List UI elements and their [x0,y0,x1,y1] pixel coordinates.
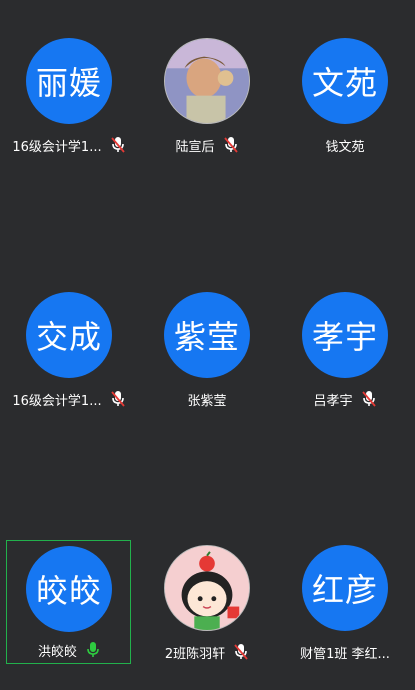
participant-name: 16级会计学1... [12,393,102,409]
participant-name: 16级会计学1... [12,139,102,155]
child-photo-icon [165,39,249,123]
participant-name: 钱文苑 [325,139,365,155]
avatar: 孝宇 [302,292,388,378]
participant-tile-speaking[interactable]: 皎皎 洪皎皎 [6,540,131,664]
participant-tile[interactable]: 文苑 钱文苑 [276,38,414,168]
participant-name: 洪皎皎 [37,644,77,660]
avatar: 皎皎 [26,546,112,632]
participant-tile[interactable]: 2班陈羽轩 [138,545,276,675]
participant-tile[interactable]: 红彦 财管1班 李红... [276,545,414,675]
mic-muted-icon [234,644,248,660]
cartoon-girl-icon [165,546,249,630]
avatar: 文苑 [302,38,388,124]
participant-name: 陆宣后 [175,139,215,155]
participant-tile[interactable]: 陆宣后 [138,38,276,168]
avatar: 紫莹 [164,292,250,378]
participant-name: 财管1班 李红... [300,646,390,662]
mic-muted-icon [110,391,125,407]
participant-name: 吕孝宇 [313,393,353,409]
avatar: 丽媛 [26,38,112,124]
participant-name: 张紫莹 [187,393,227,409]
participant-grid: 丽媛 16级会计学1... 陆宣后 文苑 钱文苑 交成 16级会计学1... 紫… [0,0,415,690]
avatar-photo [164,545,250,631]
mic-muted-icon [110,137,125,153]
avatar: 交成 [26,292,112,378]
participant-tile[interactable]: 丽媛 16级会计学1... [0,38,138,168]
mic-active-icon [87,642,99,657]
mic-muted-icon [223,137,238,153]
mic-muted-icon [361,391,376,407]
participant-tile[interactable]: 紫莹 张紫莹 [138,292,276,422]
avatar: 红彦 [302,545,388,631]
avatar-photo [164,38,250,124]
participant-tile[interactable]: 交成 16级会计学1... [0,292,138,422]
participant-name: 2班陈羽轩 [164,646,226,662]
participant-tile[interactable]: 孝宇 吕孝宇 [276,292,414,422]
